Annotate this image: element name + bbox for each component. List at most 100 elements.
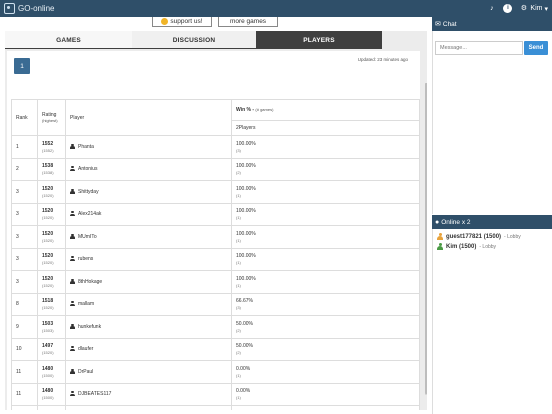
- rating-highest: (1520): [42, 237, 54, 243]
- online-user[interactable]: guest177821 (1500) - Lobby: [437, 233, 521, 240]
- more-games-button[interactable]: more games: [218, 17, 278, 27]
- user-icon: [70, 301, 75, 307]
- win-cell: 66.67% (3): [231, 292, 420, 316]
- rating-value: 1552: [42, 140, 54, 147]
- rating-header-sub: (highest): [42, 117, 58, 123]
- rating-cell: 1520 (1520): [37, 180, 66, 204]
- player-name[interactable]: hunkefunk: [78, 324, 101, 330]
- player-header[interactable]: Player: [65, 99, 232, 136]
- send-button[interactable]: Send: [524, 41, 548, 55]
- rating-cell: 1520 (1520): [37, 247, 66, 271]
- user-settings-icon: ⚙: [520, 5, 528, 12]
- player-name[interactable]: Alex214ak: [78, 211, 101, 217]
- page-button-1[interactable]: 1: [14, 58, 30, 74]
- player-name[interactable]: Phanta: [78, 144, 94, 150]
- tab-players[interactable]: PLAYERS: [256, 31, 382, 49]
- rating-cell: 1497 (1520): [37, 337, 66, 361]
- online-user-name: guest177821 (1500): [446, 233, 502, 240]
- tab-discussion[interactable]: DISCUSSION: [132, 31, 256, 49]
- player-cell[interactable]: DJBEATES117: [65, 382, 232, 406]
- support-us-button[interactable]: support us!: [152, 17, 212, 27]
- win-header[interactable]: Win % - (# games): [231, 99, 420, 121]
- table-row: 2 1538 (1538) Antonius 100.00% (2): [11, 157, 420, 181]
- table-row: 3 1520 (1520) rubens 100.00% (1): [11, 247, 420, 271]
- win-percent: 100.00%: [236, 230, 256, 237]
- player-cell[interactable]: rubens: [65, 247, 232, 271]
- games-count: (3): [236, 305, 241, 311]
- user-menu[interactable]: ⚙ Kim ▾: [519, 4, 548, 13]
- games-count: (2): [236, 350, 241, 356]
- player-cell[interactable]: DrPaul: [65, 360, 232, 384]
- table-row: 1 1552 (1552) Phanta 100.00% (3): [11, 135, 420, 159]
- player-name[interactable]: Antonius: [78, 166, 97, 172]
- table-row: 10 1497 (1520) dlaufer 50.00% (2): [11, 337, 420, 361]
- player-name[interactable]: mallam: [78, 301, 94, 307]
- user-icon: [70, 211, 75, 217]
- user-name: Kim: [530, 5, 543, 12]
- player-name[interactable]: dlaufer: [78, 346, 93, 352]
- chat-message-input[interactable]: [435, 41, 523, 55]
- player-cell[interactable]: Shittyday: [65, 180, 232, 204]
- win-percent: 100.00%: [236, 208, 256, 215]
- table-row: 8 1518 (1520) mallam 66.67% (3): [11, 292, 420, 316]
- rating-cell: 1518 (1520): [37, 292, 66, 316]
- updated-text: Updated: 23 minutes ago: [357, 57, 408, 62]
- online-title: Online x 2: [441, 218, 471, 226]
- player-name[interactable]: 8thHokage: [78, 279, 102, 285]
- player-name[interactable]: Shittyday: [78, 189, 99, 195]
- logo-text: GO-online: [18, 4, 55, 13]
- win-header-sub: (# games): [255, 107, 274, 112]
- player-name[interactable]: DrPaul: [78, 369, 93, 375]
- win-percent: 100.00%: [236, 163, 256, 170]
- games-count: (1): [236, 192, 241, 198]
- players-table: Rank Rating (highest) Player Win % - (# …: [11, 99, 420, 410]
- info-icon[interactable]: i: [503, 4, 513, 13]
- win-percent: 100.00%: [236, 140, 256, 147]
- rating-highest: (1538): [42, 170, 54, 176]
- table-row: 111480(1500) 0.00%(1): [11, 405, 420, 410]
- rating-header[interactable]: Rating (highest): [37, 99, 66, 136]
- table-row: 11 1480 (1500) DJBEATES117 0.00% (1): [11, 382, 420, 406]
- player-cell[interactable]: Antonius: [65, 157, 232, 181]
- games-count: (1): [236, 237, 241, 243]
- win-percent: 100.00%: [236, 275, 256, 282]
- player-name[interactable]: MUmITo: [78, 234, 97, 240]
- tab-games[interactable]: GAMES: [5, 31, 132, 49]
- volume-icon[interactable]: ♪: [487, 4, 496, 13]
- chat-header: ✉ Chat: [432, 17, 552, 31]
- player-cell[interactable]: [65, 405, 232, 410]
- scrollbar-thumb[interactable]: [425, 83, 427, 394]
- games-count: (2): [236, 170, 241, 176]
- rank-cell: 8: [11, 292, 38, 316]
- player-cell[interactable]: Phanta: [65, 135, 232, 159]
- win-cell: 100.00% (3): [231, 135, 420, 159]
- win-percent: 0.00%: [236, 365, 251, 372]
- rating-value: 1503: [42, 320, 54, 327]
- player-name[interactable]: rubens: [78, 256, 93, 262]
- player-cell[interactable]: dlaufer: [65, 337, 232, 361]
- site-logo[interactable]: GO-online: [4, 2, 54, 15]
- games-count: (1): [236, 215, 241, 221]
- player-cell[interactable]: mallam: [65, 292, 232, 316]
- player-cell[interactable]: Alex214ak: [65, 202, 232, 226]
- rank-cell: 1: [11, 135, 38, 159]
- online-user-name: Kim (1500): [446, 243, 477, 250]
- rating-highest: (1520): [42, 260, 54, 266]
- table-row: 3 1520 (1520) Shittyday 100.00% (1): [11, 180, 420, 204]
- player-cell[interactable]: hunkefunk: [65, 315, 232, 339]
- games-count: (1): [236, 395, 241, 401]
- player-cell[interactable]: 8thHokage: [65, 270, 232, 294]
- rank-header[interactable]: Rank: [11, 99, 38, 136]
- rating-value: 1518: [42, 298, 54, 305]
- online-user[interactable]: Kim (1500) - Lobby: [437, 243, 496, 250]
- win-percent: 50.00%: [236, 320, 253, 327]
- coin-icon: [161, 18, 169, 25]
- player-cell[interactable]: MUmITo: [65, 225, 232, 249]
- user-icon: [70, 368, 75, 374]
- rank-cell: 9: [11, 315, 38, 339]
- more-games-label: more games: [229, 18, 267, 25]
- player-name[interactable]: DJBEATES117: [78, 391, 111, 397]
- win-cell: 0.00%(1): [231, 382, 420, 406]
- win-percent: 100.00%: [236, 185, 256, 192]
- mode-header[interactable]: 2Players: [231, 120, 420, 136]
